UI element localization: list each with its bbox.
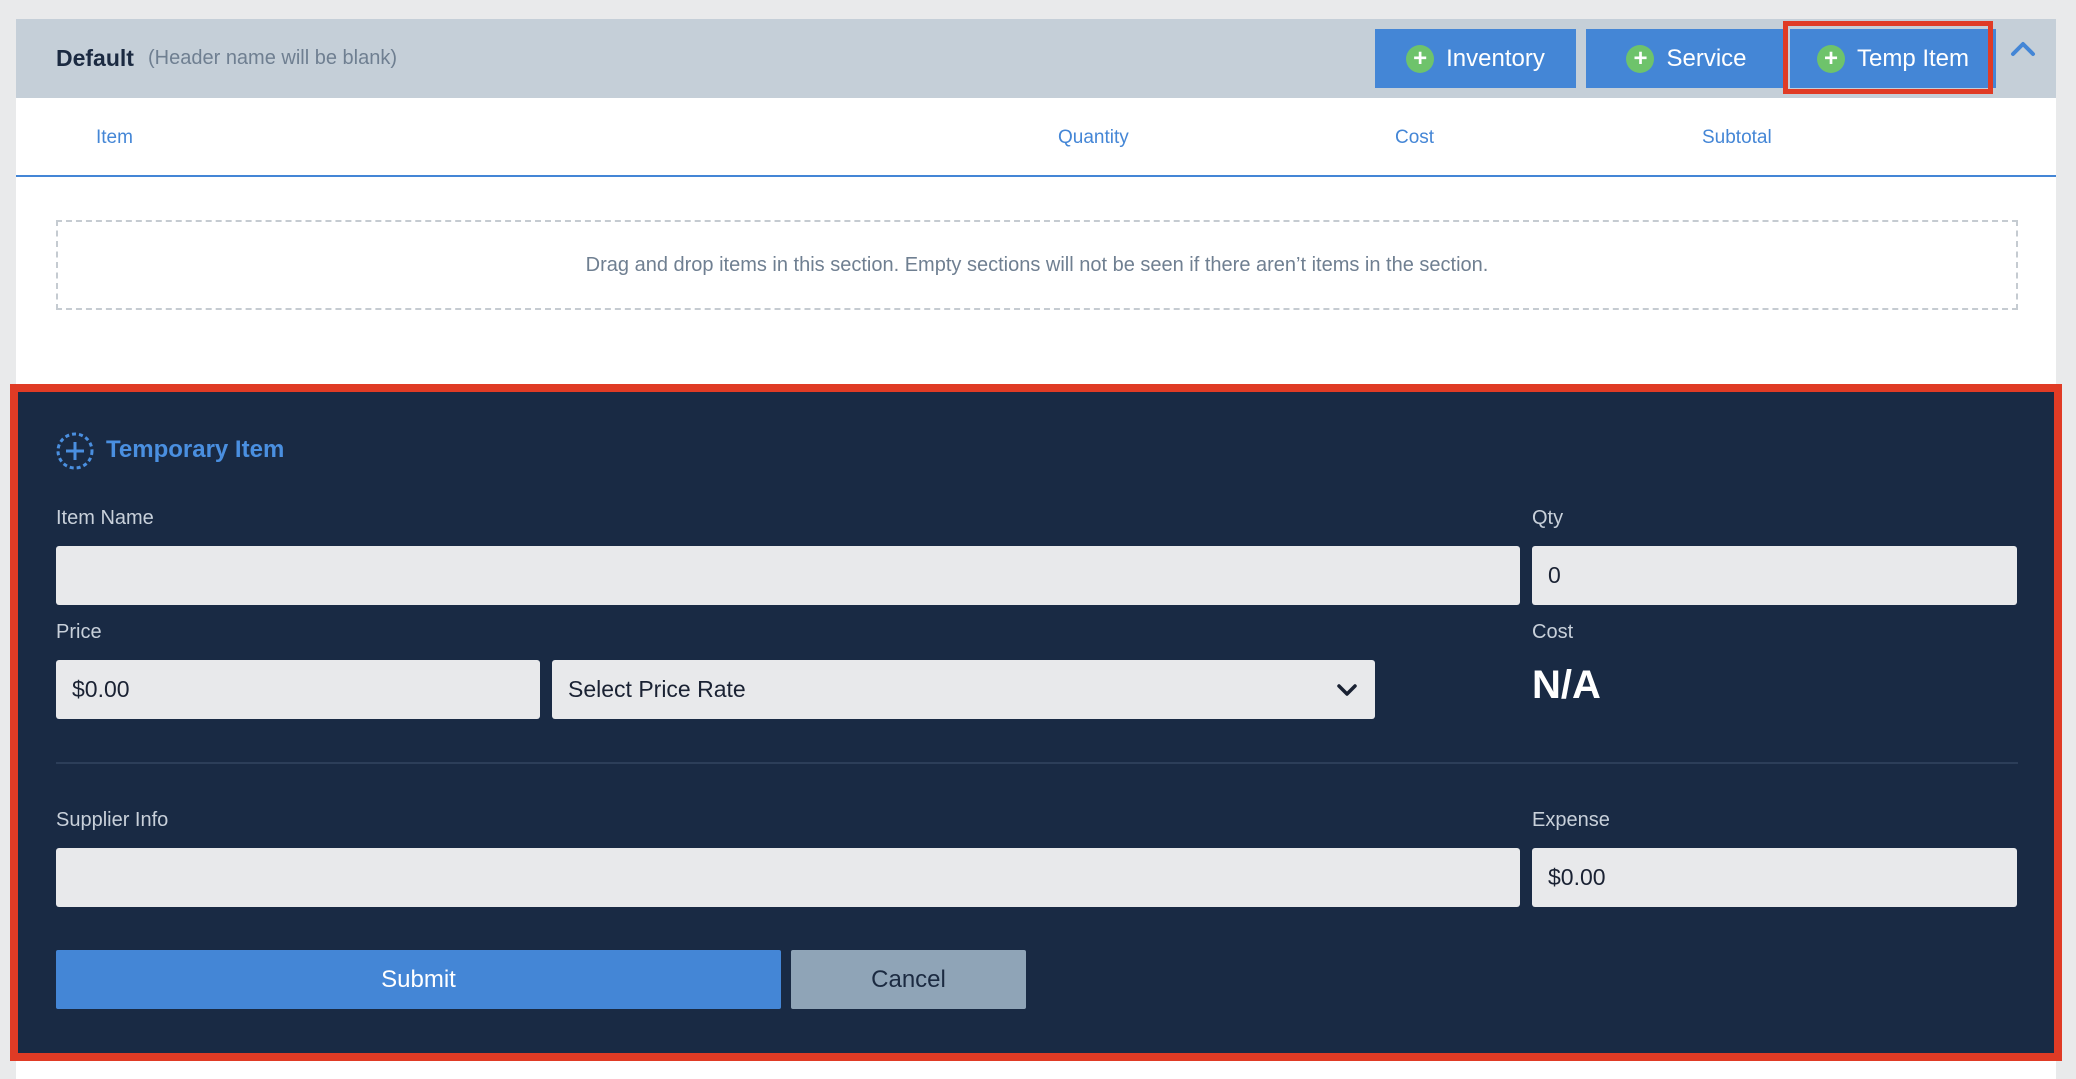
qty-label: Qty [1532,507,1564,529]
chevron-down-icon [1337,684,1357,696]
add-service-label: Service [1666,44,1747,72]
column-cost: Cost [1395,127,1435,148]
item-name-label: Item Name [56,507,154,529]
price-input[interactable]: $0.00 [56,660,540,719]
add-inventory-label: Inventory [1446,44,1545,72]
temporary-item-title: Temporary Item [106,436,285,463]
add-service-button[interactable]: + Service [1586,29,1787,88]
section-header: Default (Header name will be blank) + In… [16,19,2056,98]
cost-label: Cost [1532,621,1574,643]
form-divider [56,762,2018,764]
drop-zone-text: Drag and drop items in this section. Emp… [585,253,1489,276]
cost-value: N/A [1532,663,1601,707]
plus-icon: + [1406,44,1435,73]
add-circle-icon [56,432,94,470]
expense-label: Expense [1532,809,1610,831]
temp-item-highlight [1783,21,1993,94]
column-item: Item [96,127,133,148]
column-header-row: Item Quantity Cost Subtotal [16,98,2056,177]
submit-button[interactable]: Submit [56,950,781,1009]
column-quantity: Quantity [1058,127,1129,148]
item-name-input[interactable] [56,546,1520,605]
plus-icon: + [1626,44,1655,73]
drop-zone[interactable]: Drag and drop items in this section. Emp… [56,220,2018,310]
price-rate-selected: Select Price Rate [568,676,746,702]
cancel-button[interactable]: Cancel [791,950,1026,1009]
column-subtotal: Subtotal [1702,127,1772,148]
add-inventory-button[interactable]: + Inventory [1375,29,1576,88]
price-rate-select[interactable]: Select Price Rate [552,660,1375,719]
qty-input[interactable]: 0 [1532,546,2017,605]
collapse-chevron-up-icon[interactable] [2010,36,2036,62]
supplier-info-input[interactable] [56,848,1520,907]
section-title: Default [56,45,134,71]
section-subtitle: (Header name will be blank) [148,47,398,69]
price-label: Price [56,621,102,643]
supplier-info-label: Supplier Info [56,809,169,831]
expense-input[interactable]: $0.00 [1532,848,2017,907]
